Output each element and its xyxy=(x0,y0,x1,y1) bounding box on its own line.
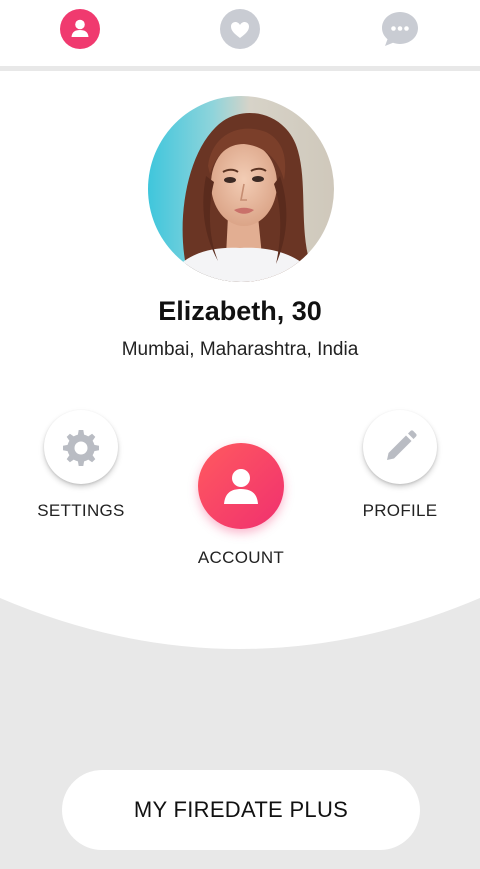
profile-location: Mumbai, Maharashtra, India xyxy=(121,339,359,360)
person-icon xyxy=(60,9,100,49)
settings-label: SETTINGS xyxy=(37,501,125,520)
gear-icon xyxy=(63,430,99,466)
profile-photo[interactable] xyxy=(148,96,334,282)
firedate-plus-button[interactable]: MY FIREDATE PLUS xyxy=(62,770,420,850)
top-tab-bar xyxy=(0,0,480,71)
pencil-icon xyxy=(387,430,417,460)
profile-photo-image xyxy=(148,96,334,282)
tab-likes[interactable] xyxy=(220,9,260,49)
account-button[interactable] xyxy=(198,443,284,529)
chat-bubble-icon xyxy=(382,12,418,46)
tab-messages[interactable] xyxy=(380,9,420,49)
profile-label: PROFILE xyxy=(362,501,438,520)
settings-button[interactable] xyxy=(44,410,118,484)
profile-name: Elizabeth, 30 xyxy=(158,296,322,326)
edit-profile-button[interactable] xyxy=(363,410,437,484)
account-label: ACCOUNT xyxy=(197,548,285,567)
person-icon xyxy=(224,469,258,504)
tab-account[interactable] xyxy=(60,9,100,49)
heart-icon xyxy=(220,9,260,49)
